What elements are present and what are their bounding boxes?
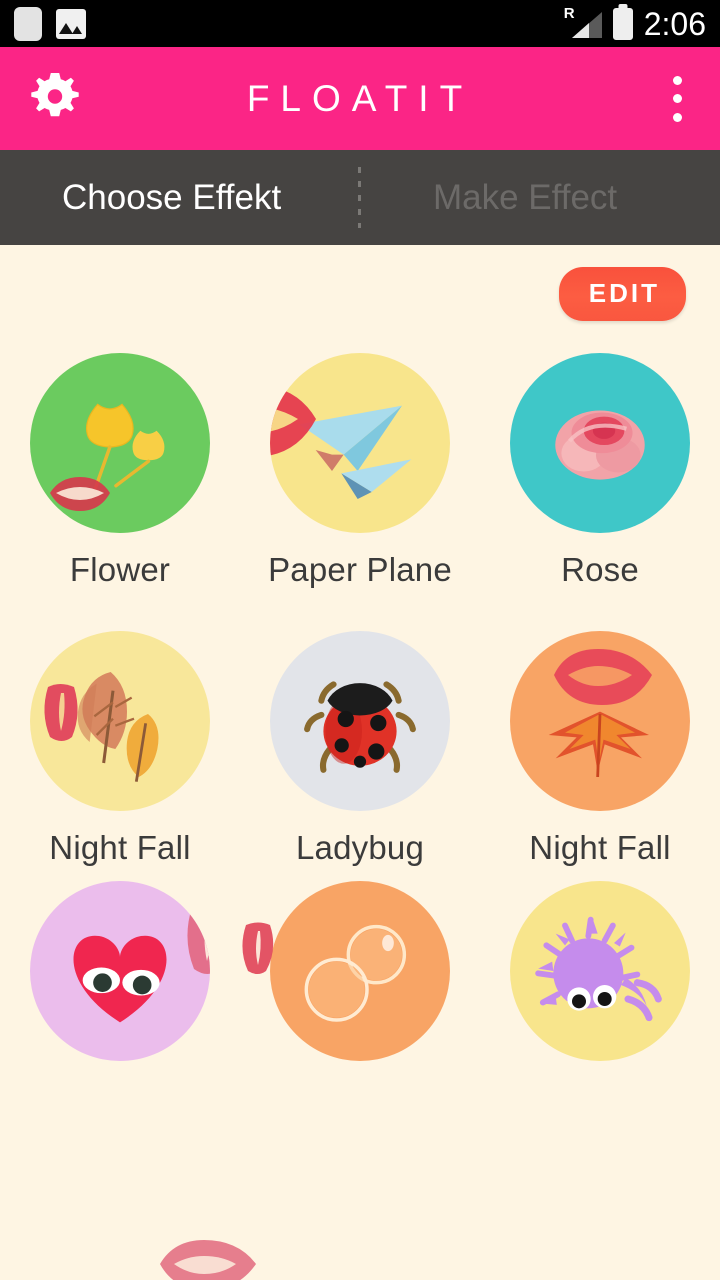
status-bar-clock: 2:06	[643, 5, 706, 42]
effect-thumbnail-rose	[510, 353, 690, 533]
effect-thumbnail-night-fall-1	[30, 631, 210, 811]
maple-leaf-art	[548, 711, 649, 778]
effect-label: Night Fall	[529, 829, 671, 866]
effect-item-bubbles[interactable]	[240, 881, 480, 1079]
tab-make-effect[interactable]: Make Effect	[349, 150, 720, 245]
tab-make-effect-label: Make Effect	[433, 177, 618, 217]
effect-thumbnail-paper-plane	[270, 353, 450, 533]
app-bar: FLOATIT	[0, 47, 720, 150]
effect-thumbnail-purple-fuzz	[510, 881, 690, 1061]
effect-thumbnail-heart-eyes	[30, 881, 210, 1061]
effect-label: Rose	[561, 551, 639, 588]
effect-label: Night Fall	[49, 829, 191, 866]
effect-label: Flower	[69, 551, 171, 588]
bubbles-art	[304, 924, 407, 1022]
rose-art	[555, 410, 645, 480]
ginkgo-leaf-art	[85, 403, 165, 490]
blank-app-icon	[14, 6, 42, 41]
tab-bar: Choose Effekt Make Effect	[0, 150, 720, 245]
edit-toolbar: EDIT	[0, 245, 720, 321]
effect-thumbnail-bubbles	[270, 881, 450, 1061]
effect-label: Ladybug	[295, 829, 425, 866]
kiss-mark-bottom	[152, 1230, 262, 1280]
dotted-divider	[358, 167, 361, 228]
paper-plane-art	[299, 405, 412, 499]
effect-item-flower[interactable]: Flower	[0, 353, 240, 589]
status-bar: R 2:06	[0, 0, 720, 47]
effects-grid-row-2: Night Fall Ladybug Night Fall	[0, 631, 720, 867]
status-bar-left-icons	[14, 6, 86, 41]
ladybug-art	[304, 681, 416, 773]
heart-eyes-art	[73, 935, 167, 1023]
effect-item-night-fall-1[interactable]: Night Fall	[0, 631, 240, 867]
effect-item-purple-fuzz[interactable]	[480, 881, 720, 1079]
effect-label: Paper Plane	[268, 551, 452, 588]
photo-icon	[56, 8, 86, 39]
gear-icon[interactable]	[26, 70, 84, 128]
kebab-menu-icon[interactable]	[660, 75, 694, 122]
battery-full-icon	[612, 7, 633, 40]
page-title: FLOATIT	[246, 77, 474, 119]
effect-item-rose[interactable]: Rose	[480, 353, 720, 589]
signal-bars-icon: R	[564, 6, 602, 40]
effect-item-ladybug[interactable]: Ladybug	[240, 631, 480, 867]
status-bar-right-icons: R 2:06	[564, 5, 706, 42]
tab-choose-effekt[interactable]: Choose Effekt	[0, 150, 349, 245]
effect-thumbnail-night-fall-2	[510, 631, 690, 811]
fallen-leaves-art	[77, 672, 159, 782]
effect-thumbnail-flower	[30, 353, 210, 533]
edit-button[interactable]: EDIT	[558, 267, 686, 321]
purple-fuzz-art	[535, 916, 662, 1022]
effects-grid-row-3	[0, 881, 720, 1079]
effect-item-paper-plane[interactable]: Paper Plane	[240, 353, 480, 589]
effect-item-night-fall-2[interactable]: Night Fall	[480, 631, 720, 867]
tab-choose-effekt-label: Choose Effekt	[62, 177, 282, 217]
app-root: R 2:06 FLOATIT Choose Effekt Make Effect…	[0, 0, 720, 1280]
effect-item-heart-eyes[interactable]	[0, 881, 240, 1079]
effects-grid-row-1: Flower Paper Plane Rose	[0, 353, 720, 589]
effects-content: EDIT Flower Paper Plane Rose Night Fall …	[0, 245, 720, 1280]
effect-thumbnail-ladybug	[270, 631, 450, 811]
